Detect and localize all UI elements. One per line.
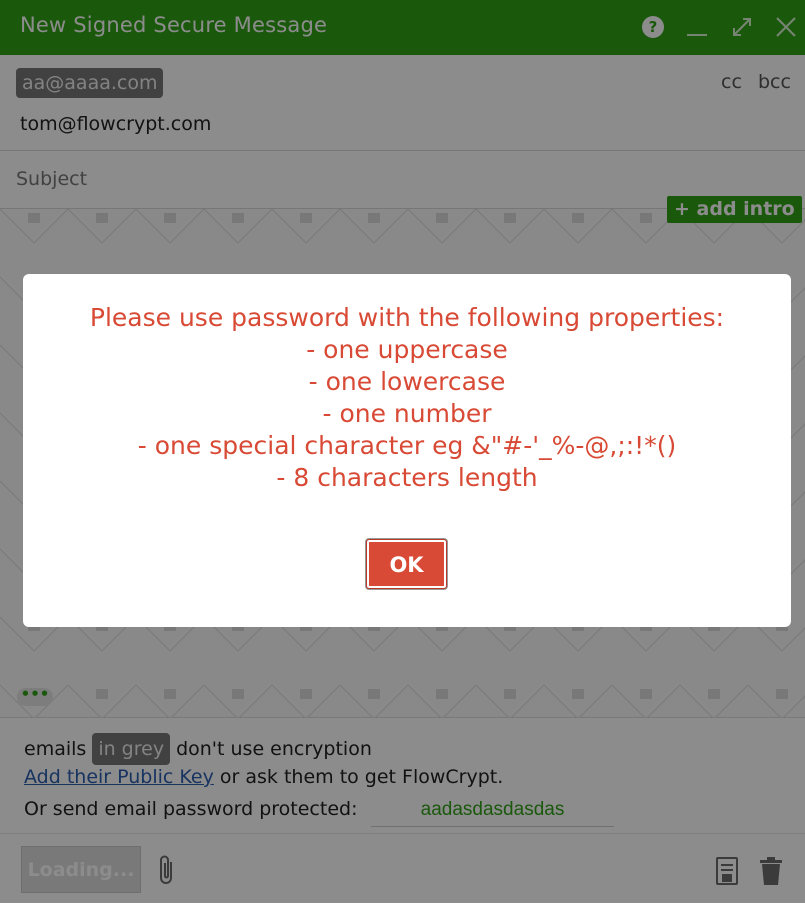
dialog-line: - 8 characters length	[276, 463, 538, 492]
dialog-line: - one number	[322, 399, 492, 428]
dialog-line: - one special character eg &"#-'_%-@,;:!…	[137, 431, 677, 460]
dialog-message: Please use password with the following p…	[23, 302, 791, 494]
dialog-line: - one lowercase	[308, 367, 506, 396]
ok-button[interactable]: OK	[366, 539, 447, 589]
dialog-line: Please use password with the following p…	[89, 303, 725, 332]
password-requirements-dialog: Please use password with the following p…	[23, 274, 791, 627]
dialog-line: - one uppercase	[306, 335, 508, 364]
